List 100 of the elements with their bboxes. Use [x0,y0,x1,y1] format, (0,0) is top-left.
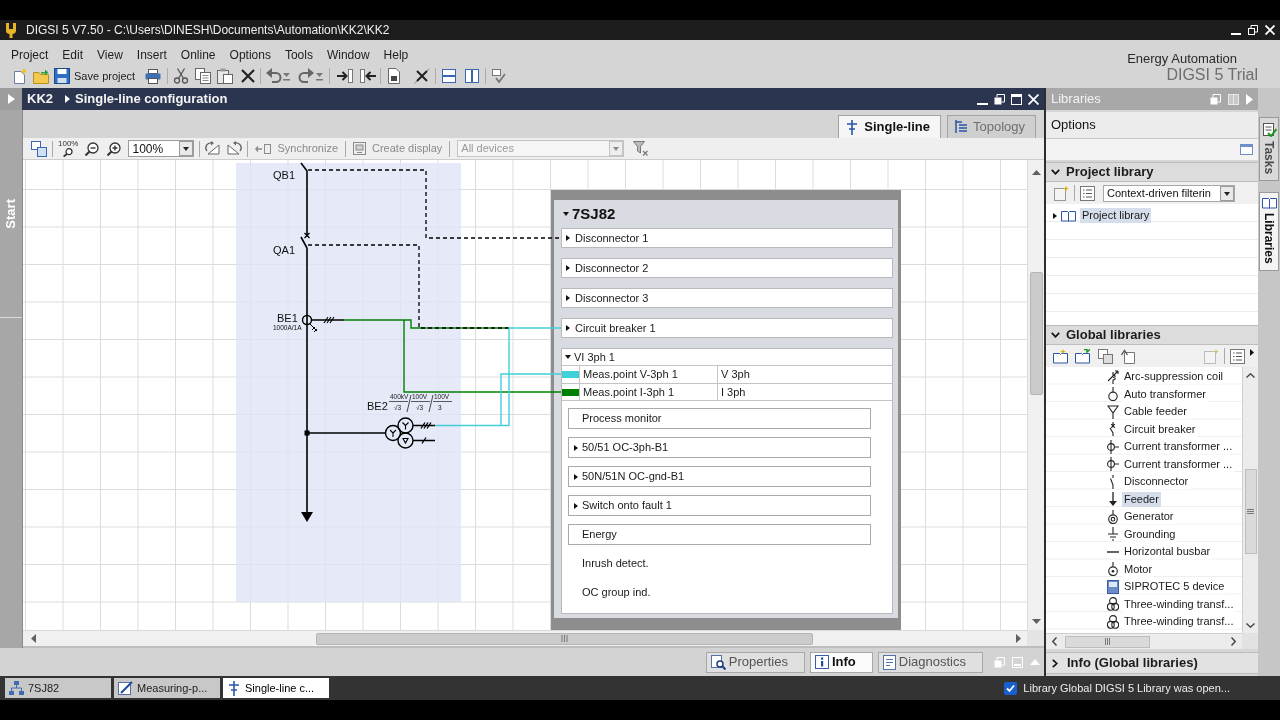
filter-icon[interactable] [633,141,649,156]
caret-right-icon[interactable] [574,444,578,451]
function-item[interactable]: 50/51 OC-3ph-B1 [568,437,871,458]
scrollbar-thumb[interactable] [316,632,813,645]
device-function-item[interactable]: Disconnector 1 [561,228,893,248]
redo-icon[interactable] [298,68,315,84]
print-icon[interactable] [145,68,162,84]
device-function-item[interactable]: Circuit breaker 1 [561,318,893,338]
library-item[interactable]: Three-winding transf... [1122,614,1236,630]
triangle-right-icon[interactable] [1250,348,1254,356]
undo-icon[interactable] [266,68,283,84]
tree-item[interactable]: Project library [1080,208,1152,223]
breadcrumb-item[interactable]: KK2 [27,89,53,109]
save-project-button[interactable]: Save project [54,67,136,85]
menu-item[interactable]: Insert [129,46,174,64]
section-header[interactable]: Project library [1046,162,1258,182]
menu-item[interactable]: Project [4,46,56,64]
editor-tab[interactable]: Single-line [838,115,941,138]
caret-down-icon[interactable] [563,212,569,216]
box-check-icon[interactable] [491,68,508,84]
caret-right-icon[interactable] [574,473,578,480]
device-function-item[interactable]: Disconnector 2 [561,258,893,278]
library-item[interactable]: SIPROTEC 5 device [1122,579,1227,595]
inspector-tab[interactable]: Info [809,651,873,673]
delete-icon[interactable] [240,68,257,84]
portal-tab[interactable]: Measuring-p... [114,678,220,698]
caret-right-icon[interactable] [574,502,578,509]
function-item[interactable]: Process monitor [568,408,871,429]
list-view-icon[interactable] [1080,185,1095,201]
function-group-header[interactable]: VI 3ph 1 [562,349,619,365]
inspector-tab[interactable]: Diagnostics [877,651,983,673]
caret-right-icon[interactable] [566,325,570,331]
chevron-right-icon[interactable] [1052,658,1058,668]
library-item[interactable]: Current transformer ... [1122,439,1235,455]
side-tab[interactable]: Tasks [1259,117,1279,182]
caret-right-icon[interactable] [1053,212,1057,219]
dropdown-arrow-icon[interactable] [316,71,324,81]
function-item[interactable]: Switch onto fault 1 [568,495,871,516]
library-item[interactable]: Feeder [1122,491,1161,507]
menu-item[interactable]: Options [222,46,278,64]
scissors-icon[interactable] [173,68,190,84]
rotate-left-icon[interactable] [205,141,221,156]
library-item[interactable]: Disconnector [1122,474,1191,490]
zoom-dropdown[interactable]: 100% [128,140,195,157]
paste-icon[interactable] [217,68,234,84]
new-document-icon[interactable] [12,68,28,84]
inspector-tab[interactable]: Properties [705,651,805,673]
function-item[interactable]: Energy [568,524,871,545]
dropdown-arrow-icon[interactable] [283,71,291,81]
book-arrow-icon[interactable] [1075,348,1090,364]
menu-item[interactable]: Help [376,46,416,64]
document-icon[interactable] [386,68,403,84]
caret-right-icon[interactable] [566,265,570,271]
restore-icon[interactable] [994,93,1005,105]
book-star-icon[interactable] [1053,348,1068,364]
overlapping-boxes-icon[interactable] [31,140,47,157]
library-item[interactable]: Horizontal busbar [1122,544,1213,560]
side-tab[interactable]: Libraries [1259,192,1279,271]
rotate-right-icon[interactable] [227,141,243,156]
close-icon[interactable] [1028,93,1039,105]
split-horizontal-icon[interactable] [441,68,458,84]
overlapping-squares-icon[interactable] [1098,348,1113,364]
device-header[interactable]: 7SJ82 [554,200,620,228]
maximize-icon[interactable] [1011,93,1022,105]
caret-down-icon[interactable] [565,355,571,359]
split-vertical-icon[interactable] [464,68,481,84]
copy-icon[interactable] [195,68,212,84]
scrollbar-thumb[interactable] [1244,469,1257,554]
library-item[interactable]: Generator [1122,509,1176,525]
library-item[interactable]: Cable feeder [1122,404,1189,420]
portal-tab[interactable]: Single-line c... [223,678,329,698]
menu-item[interactable]: Tools [277,46,320,64]
menu-item[interactable]: Window [319,46,377,64]
cross-icon[interactable] [414,68,431,84]
zoom-reset-button[interactable]: 100% [58,140,79,157]
chevron-down-icon[interactable] [1051,169,1060,175]
arrow-right-icon[interactable] [337,68,354,84]
device-function-item[interactable]: Disconnector 3 [561,288,893,308]
zoom-in-icon[interactable] [107,141,122,156]
menu-item[interactable]: Edit [55,46,91,64]
breadcrumb-item[interactable]: Single-line configuration [75,89,228,109]
section-header[interactable]: Global libraries [1046,325,1258,345]
chevron-down-icon[interactable] [1051,332,1060,338]
caret-right-icon[interactable] [566,235,570,241]
close-icon[interactable] [1265,25,1275,35]
portal-tab[interactable]: 7SJ82 [5,678,111,698]
scrollbar-thumb[interactable] [1029,272,1043,395]
menu-item[interactable]: View [90,46,130,64]
window-icon[interactable] [1240,144,1253,155]
list-view-icon[interactable] [1230,348,1245,364]
zoom-out-icon[interactable] [85,141,100,156]
portal-view-button[interactable] [0,88,22,110]
restore-icon[interactable] [1248,25,1258,35]
section-header[interactable]: Info (Global libraries) [1046,652,1258,674]
library-item[interactable]: Arc-suppression coil [1122,369,1226,385]
menu-item[interactable]: Online [173,46,223,64]
arrow-left-icon[interactable] [360,68,377,84]
function-item[interactable]: 50N/51N OC-gnd-B1 [568,466,871,487]
caret-right-icon[interactable] [566,295,570,301]
filter-dropdown[interactable]: Context-driven filterin [1103,184,1235,202]
